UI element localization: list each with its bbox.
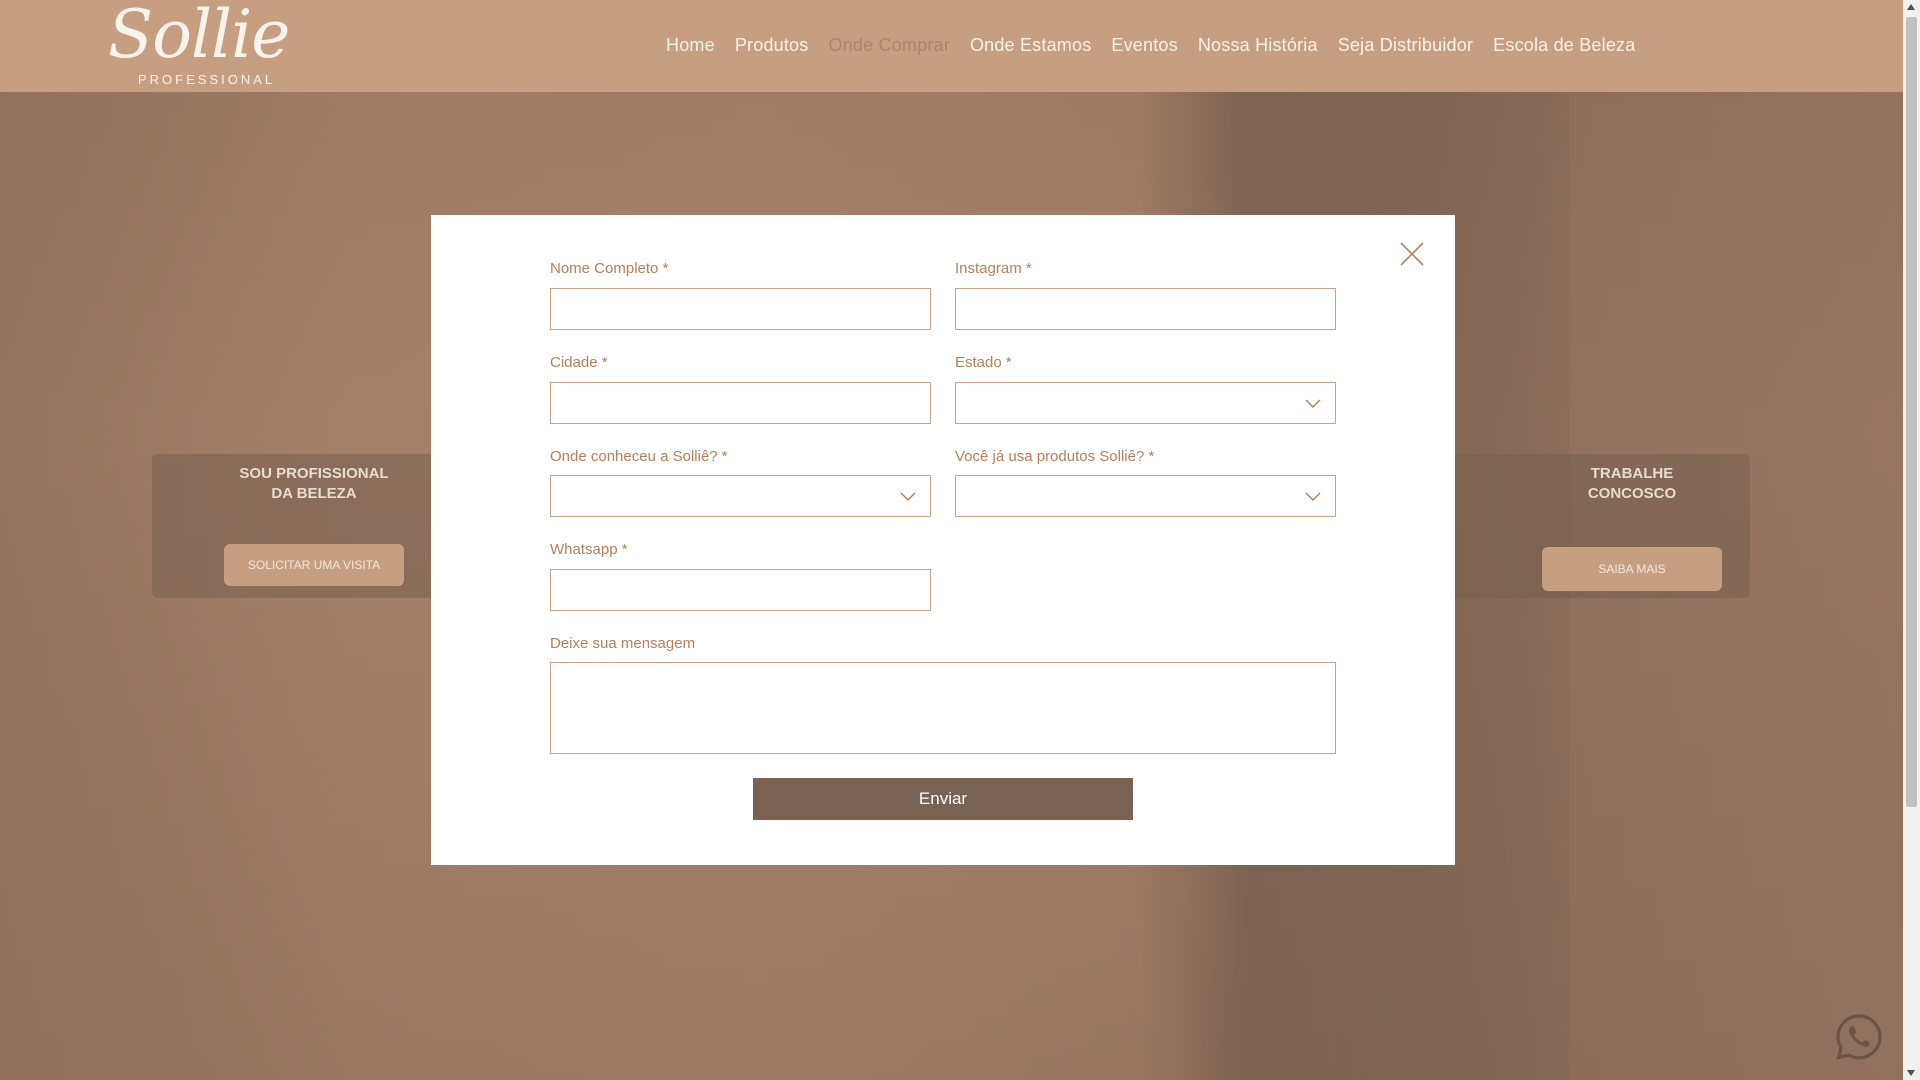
main-nav: Home Produtos Onde Comprar Onde Estamos … — [666, 35, 1655, 56]
instagram-label: Instagram * — [955, 260, 1032, 277]
nav-item-onde-estamos[interactable]: Onde Estamos — [970, 35, 1091, 56]
usa-produtos-label: Você já usa produtos Solliê? * — [955, 448, 1155, 465]
nav-item-home[interactable]: Home — [666, 35, 715, 56]
nav-item-eventos[interactable]: Eventos — [1111, 35, 1177, 56]
nome-label: Nome Completo * — [550, 260, 669, 277]
estado-select[interactable] — [955, 382, 1336, 424]
enviar-button[interactable]: Enviar — [753, 778, 1133, 820]
chevron-down-icon — [900, 492, 916, 501]
nav-item-onde-comprar[interactable]: Onde Comprar — [828, 35, 949, 56]
whatsapp-label: Whatsapp * — [550, 541, 628, 558]
conheceu-select[interactable] — [550, 475, 931, 517]
nome-field[interactable] — [550, 288, 931, 330]
logo[interactable]: Sollie PROFESSIONAL — [108, 0, 290, 90]
contact-form-modal: Nome Completo * Instagram * Cidade * Est… — [431, 215, 1455, 865]
nav-item-escola-de-beleza[interactable]: Escola de Beleza — [1493, 35, 1635, 56]
scrollbar-thumb[interactable] — [1906, 17, 1917, 807]
cidade-field[interactable] — [550, 382, 931, 424]
cidade-label: Cidade * — [550, 354, 608, 371]
mensagem-label: Deixe sua mensagem — [550, 635, 696, 652]
instagram-field[interactable] — [955, 288, 1336, 330]
scroll-up-arrow-icon[interactable] — [1907, 4, 1915, 10]
whatsapp-icon[interactable] — [1836, 1014, 1882, 1060]
close-icon[interactable] — [1399, 241, 1425, 267]
nav-item-seja-distribuidor[interactable]: Seja Distribuidor — [1338, 35, 1473, 56]
scrollbar[interactable] — [1903, 0, 1920, 1080]
site-header: Sollie PROFESSIONAL Home Produtos Onde C… — [0, 0, 1903, 92]
whatsapp-field[interactable] — [550, 569, 931, 611]
conheceu-label: Onde conheceu a Solliê? * — [550, 448, 728, 465]
usa-produtos-select[interactable] — [955, 475, 1336, 517]
nav-item-produtos[interactable]: Produtos — [735, 35, 809, 56]
chevron-down-icon — [1305, 399, 1321, 408]
estado-label: Estado * — [955, 354, 1012, 371]
scroll-down-arrow-icon[interactable] — [1907, 1070, 1915, 1076]
nav-item-nossa-historia[interactable]: Nossa História — [1198, 35, 1318, 56]
logo-subtitle: PROFESSIONAL — [138, 72, 276, 87]
chevron-down-icon — [1305, 492, 1321, 501]
mensagem-field[interactable] — [550, 662, 1336, 754]
logo-script-text: Sollie — [108, 0, 290, 73]
